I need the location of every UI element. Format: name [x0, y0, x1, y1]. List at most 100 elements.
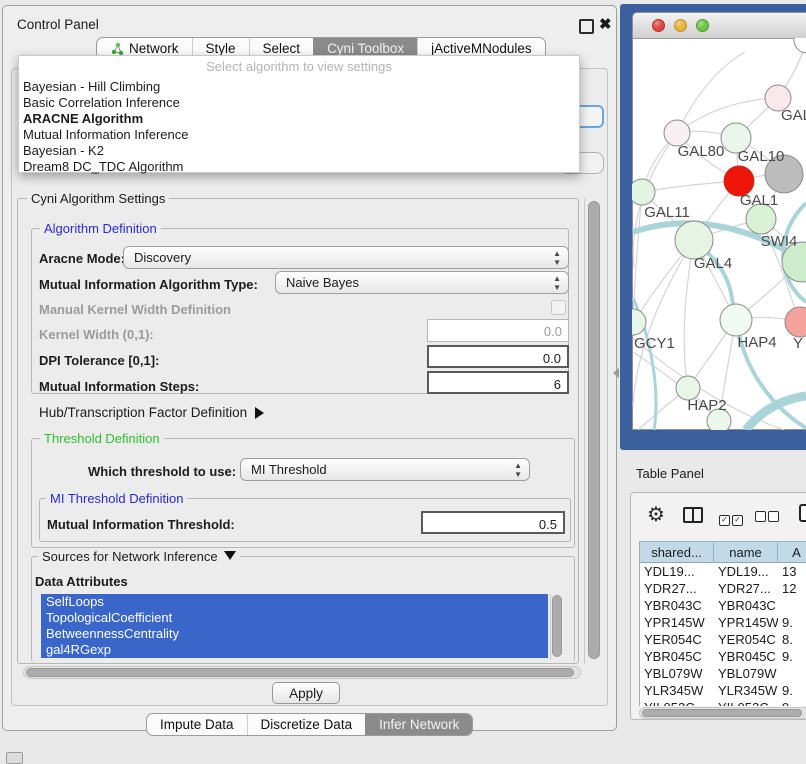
- select-all-checkboxes-icon[interactable]: ✓✓: [719, 510, 745, 526]
- expand-right-icon: [255, 407, 264, 419]
- network-node-gal4[interactable]: [675, 221, 713, 259]
- table-cell: YDL19...: [640, 563, 714, 580]
- zoom-traffic-light[interactable]: [696, 19, 709, 32]
- data-attributes-list[interactable]: SelfLoopsTopologicalCoefficientBetweenne…: [41, 594, 548, 660]
- network-node-hap4[interactable]: [720, 304, 752, 336]
- table-row[interactable]: YPR145WYPR145W9.: [640, 614, 806, 631]
- gear-icon[interactable]: ⚙: [647, 505, 665, 525]
- minimize-traffic-light[interactable]: [674, 19, 687, 32]
- manual-kernel-width-label: Manual Kernel Width Definition: [39, 302, 231, 317]
- table-row[interactable]: YBR043CYBR043C: [640, 597, 806, 614]
- dropdown-item-dream8-dc-tdc-algorithm[interactable]: Dream8 DC_TDC Algorithm: [19, 159, 579, 175]
- tab-discretize-data[interactable]: Discretize Data: [247, 714, 366, 735]
- dropdown-item-bayesian-k2[interactable]: Bayesian - K2: [19, 143, 579, 159]
- settings-scrollbar[interactable]: [584, 198, 604, 664]
- stepper-arrows-icon: ▲▼: [553, 249, 561, 267]
- mi-steps-label: Mutual Information Steps:: [39, 379, 199, 394]
- table-cell: YBL079W: [714, 665, 778, 682]
- mi-threshold-label: Mutual Information Threshold:: [47, 517, 235, 532]
- dropdown-item-aracne-algorithm[interactable]: ARACNE Algorithm: [19, 111, 579, 127]
- network-node-gal11[interactable]: [632, 179, 655, 205]
- manual-kernel-width-checkbox[interactable]: [551, 300, 566, 315]
- table-cell: YIL052C: [714, 699, 778, 706]
- network-node[interactable]: [794, 38, 806, 53]
- table-cell: 9.: [778, 648, 806, 665]
- table-cell: YPR145W: [714, 614, 778, 631]
- table-row[interactable]: YIL052CYIL052C9.: [640, 699, 806, 706]
- attribute-item-gal4rgexp[interactable]: gal4RGexp: [41, 642, 548, 658]
- partial-function-icon[interactable]: [799, 504, 806, 522]
- table-row[interactable]: YBR045CYBR045C9.: [640, 648, 806, 665]
- table-cell: 9.: [778, 614, 806, 631]
- which-threshold-select[interactable]: MI Threshold ▲▼: [240, 458, 530, 481]
- dropdown-item-mutual-information-inference[interactable]: Mutual Information Inference: [19, 127, 579, 143]
- settings-hscrollbar[interactable]: [23, 666, 581, 679]
- aracne-mode-value: Discovery: [134, 250, 191, 265]
- splitpane-arrow-icon[interactable]: [613, 368, 619, 378]
- mi-algorithm-type-value: Naive Bayes: [286, 275, 359, 290]
- mi-algorithm-type-label: Mutual Information Algorithm Type:: [39, 277, 258, 292]
- mi-algorithm-type-select[interactable]: Naive Bayes ▲▼: [275, 271, 569, 294]
- column-header-shared[interactable]: shared...: [640, 541, 714, 563]
- attributes-scrollbar[interactable]: [550, 594, 564, 660]
- network-node-y[interactable]: [785, 307, 806, 337]
- node-label-gal80: GAL80: [678, 143, 725, 160]
- tab-label: Cyni Toolbox: [327, 41, 404, 56]
- table-cell: YBR045C: [714, 648, 778, 665]
- table-cell: [778, 665, 806, 682]
- tab-infer-network[interactable]: Infer Network: [365, 714, 472, 735]
- dpi-tolerance-input[interactable]: 0.0: [427, 345, 569, 368]
- which-threshold-value: MI Threshold: [251, 462, 327, 477]
- table-row[interactable]: YLR345WYLR345W9.: [640, 682, 806, 699]
- float-window-icon[interactable]: [579, 19, 594, 34]
- table-cell: YLR345W: [640, 682, 714, 699]
- tab-impute-data[interactable]: Impute Data: [147, 714, 247, 735]
- node-table[interactable]: shared...nameA YDL19...YDL19...13YDR27..…: [639, 541, 806, 706]
- table-row[interactable]: YBL079WYBL079W: [640, 665, 806, 682]
- mi-threshold-input[interactable]: 0.5: [421, 511, 565, 534]
- network-window-titlebar[interactable]: [633, 13, 806, 39]
- sources-title[interactable]: Sources for Network Inference: [38, 549, 240, 564]
- node-label-hap4: HAP4: [737, 334, 776, 351]
- dropdown-item-basic-correlation-inference[interactable]: Basic Correlation Inference: [19, 95, 579, 111]
- table-cell: 8.: [778, 631, 806, 648]
- node-label-gal11: GAL11: [644, 204, 690, 221]
- dropdown-item-bayesian-hill-climbing[interactable]: Bayesian - Hill Climbing: [19, 79, 579, 95]
- columns-icon[interactable]: [683, 507, 703, 523]
- mi-steps-input[interactable]: 6: [427, 371, 569, 394]
- hub-transcription-section[interactable]: Hub/Transcription Factor Definition: [39, 405, 264, 420]
- network-canvas[interactable]: GALGAL80GAL10GAL1GAL11SWI4GAL4GCY1HAP4YH…: [632, 38, 806, 430]
- table-cell: YLR345W: [714, 682, 778, 699]
- control-panel-title: Control Panel: [17, 17, 99, 32]
- attribute-item-selfloops[interactable]: SelfLoops: [41, 594, 548, 610]
- tab-label: Network: [129, 41, 179, 56]
- table-cell: YBL079W: [640, 665, 714, 682]
- table-cell: YDR27...: [640, 580, 714, 597]
- which-threshold-label: Which threshold to use:: [88, 464, 236, 479]
- network-edge: [677, 52, 745, 133]
- table-cell: YBR043C: [640, 597, 714, 614]
- tab-label: Select: [263, 41, 301, 56]
- dpi-tolerance-label: DPI Tolerance [0,1]:: [39, 353, 159, 368]
- table-row[interactable]: YDL19...YDL19...13: [640, 563, 806, 580]
- apply-button[interactable]: Apply: [272, 682, 340, 704]
- attribute-item-topologicalcoefficient[interactable]: TopologicalCoefficient: [41, 610, 548, 626]
- close-traffic-light[interactable]: [652, 19, 665, 32]
- kernel-width-label: Kernel Width (0,1):: [39, 327, 154, 342]
- column-header-name[interactable]: name: [714, 541, 778, 563]
- table-row[interactable]: YDR27...YDR27...12: [640, 580, 806, 597]
- table-cell: YPR145W: [640, 614, 714, 631]
- table-panel: ⚙ ✓✓ shared...nameA YDL19...YDL19...13YD…: [630, 492, 806, 720]
- close-icon[interactable]: ✖: [599, 15, 612, 33]
- table-row[interactable]: YER054CYER054C8.: [640, 631, 806, 648]
- table-cell: YER054C: [714, 631, 778, 648]
- table-cell: YDL19...: [714, 563, 778, 580]
- column-header-a[interactable]: A: [778, 541, 806, 563]
- network-edge: [684, 240, 694, 388]
- kernel-width-input[interactable]: 0.0: [427, 319, 569, 342]
- table-hscrollbar[interactable]: [639, 707, 806, 719]
- deselect-all-checkboxes-icon[interactable]: [755, 510, 781, 525]
- table-panel-title: Table Panel: [636, 466, 704, 481]
- attribute-item-betweennesscentrality[interactable]: BetweennessCentrality: [41, 626, 548, 642]
- aracne-mode-select[interactable]: Discovery ▲▼: [123, 246, 569, 269]
